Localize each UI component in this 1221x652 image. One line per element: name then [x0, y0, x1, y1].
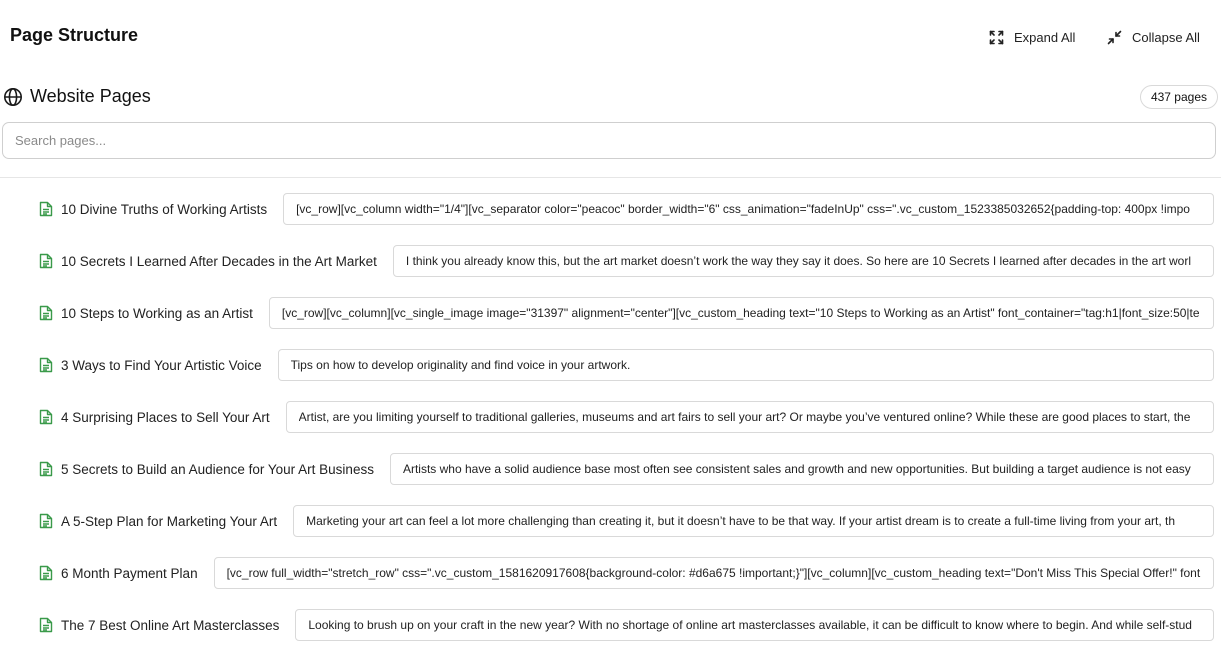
list-item: 10 Steps to Working as an Artist: [0, 287, 1221, 339]
document-icon: [39, 253, 53, 269]
page-content-field[interactable]: [293, 505, 1214, 537]
expand-icon: [989, 30, 1004, 44]
list-item: 4 Surprising Places to Sell Your Art: [0, 391, 1221, 443]
document-icon: [39, 305, 53, 321]
page-content-field[interactable]: [389, 453, 1214, 485]
document-icon: [39, 461, 53, 477]
page-title-link[interactable]: 10 Steps to Working as an Artist: [61, 306, 253, 321]
document-icon: [39, 513, 53, 529]
collapse-all-label: Collapse All: [1132, 29, 1200, 45]
page-content-field[interactable]: [392, 245, 1214, 277]
globe-icon: [4, 88, 22, 106]
list-item: The 7 Best Online Art Masterclasses: [0, 599, 1221, 651]
divider: [0, 177, 1221, 178]
search-input[interactable]: [2, 122, 1216, 159]
list-item: 5 Secrets to Build an Audience for Your …: [0, 443, 1221, 495]
list-item: 3 Ways to Find Your Artistic Voice: [0, 339, 1221, 391]
page-content-field[interactable]: [277, 349, 1214, 381]
list-item: 10 Secrets I Learned After Decades in th…: [0, 235, 1221, 287]
list-item: 6 Month Payment Plan: [0, 547, 1221, 599]
list-item: 10 Divine Truths of Working Artists: [0, 183, 1221, 235]
document-icon: [39, 565, 53, 581]
document-icon: [39, 617, 53, 633]
page-title-link[interactable]: The 7 Best Online Art Masterclasses: [61, 618, 279, 633]
website-pages-section: Website Pages 437 pages: [0, 84, 1221, 112]
list-item: A 5-Step Plan for Marketing Your Art: [0, 495, 1221, 547]
collapse-icon: [1107, 30, 1122, 44]
document-icon: [39, 201, 53, 217]
page-title-link[interactable]: 10 Divine Truths of Working Artists: [61, 202, 267, 217]
page-title-link[interactable]: 3 Ways to Find Your Artistic Voice: [61, 358, 262, 373]
page-content-field[interactable]: [213, 557, 1214, 589]
expand-all-button[interactable]: Expand All: [989, 28, 1075, 46]
document-icon: [39, 409, 53, 425]
page-title-link[interactable]: 6 Month Payment Plan: [61, 566, 198, 581]
page-header: Page Structure Expand All Collapse All: [0, 0, 1221, 72]
expand-all-label: Expand All: [1014, 29, 1076, 45]
page-title: Page Structure: [10, 25, 139, 45]
page-title-link[interactable]: 10 Secrets I Learned After Decades in th…: [61, 254, 377, 269]
collapse-all-button[interactable]: Collapse All: [1107, 28, 1200, 46]
document-icon: [39, 357, 53, 373]
page-count-badge: 437 pages: [1139, 85, 1218, 109]
page-title-link[interactable]: 5 Secrets to Build an Audience for Your …: [61, 462, 374, 477]
page-content-field[interactable]: [285, 401, 1214, 433]
page-content-field[interactable]: [283, 193, 1214, 225]
page-content-field[interactable]: [268, 297, 1214, 329]
page-content-field[interactable]: [295, 609, 1214, 641]
page-title-link[interactable]: 4 Surprising Places to Sell Your Art: [61, 410, 270, 425]
page-title-link[interactable]: A 5-Step Plan for Marketing Your Art: [61, 514, 277, 529]
section-title: Website Pages: [30, 86, 151, 106]
